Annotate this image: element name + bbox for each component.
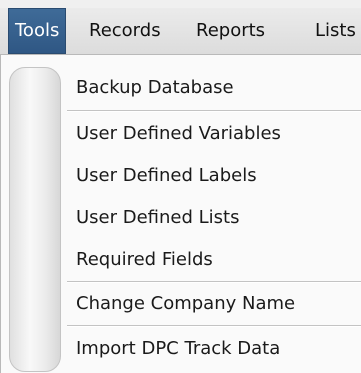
menu-separator	[67, 110, 361, 112]
menu-records[interactable]: Records	[89, 8, 161, 54]
menu-reports[interactable]: Reports	[196, 8, 265, 54]
menu-item-required-fields[interactable]: Required Fields	[76, 243, 361, 277]
menu-item-backup-database[interactable]: Backup Database	[76, 71, 361, 105]
tools-dropdown-menu: Backup Database User Defined Variables U…	[0, 54, 361, 373]
menu-item-user-defined-labels[interactable]: User Defined Labels	[76, 159, 361, 193]
menu-tools[interactable]: Tools	[8, 8, 67, 54]
menu-separator	[67, 325, 361, 327]
menu-item-user-defined-lists[interactable]: User Defined Lists	[76, 201, 361, 235]
menu-lists[interactable]: Lists	[315, 8, 356, 54]
menu-item-user-defined-variables[interactable]: User Defined Variables	[76, 117, 361, 151]
menu-icon-gutter	[9, 67, 61, 372]
menu-separator	[67, 281, 361, 283]
menu-item-import-dpc-track-data[interactable]: Import DPC Track Data	[76, 332, 361, 366]
window-top-edge	[0, 0, 361, 8]
menu-bar: Tools Records Reports Lists	[0, 8, 361, 55]
app-window: Tools Records Reports Lists Backup Datab…	[0, 0, 361, 373]
menu-item-change-company-name[interactable]: Change Company Name	[76, 287, 361, 321]
